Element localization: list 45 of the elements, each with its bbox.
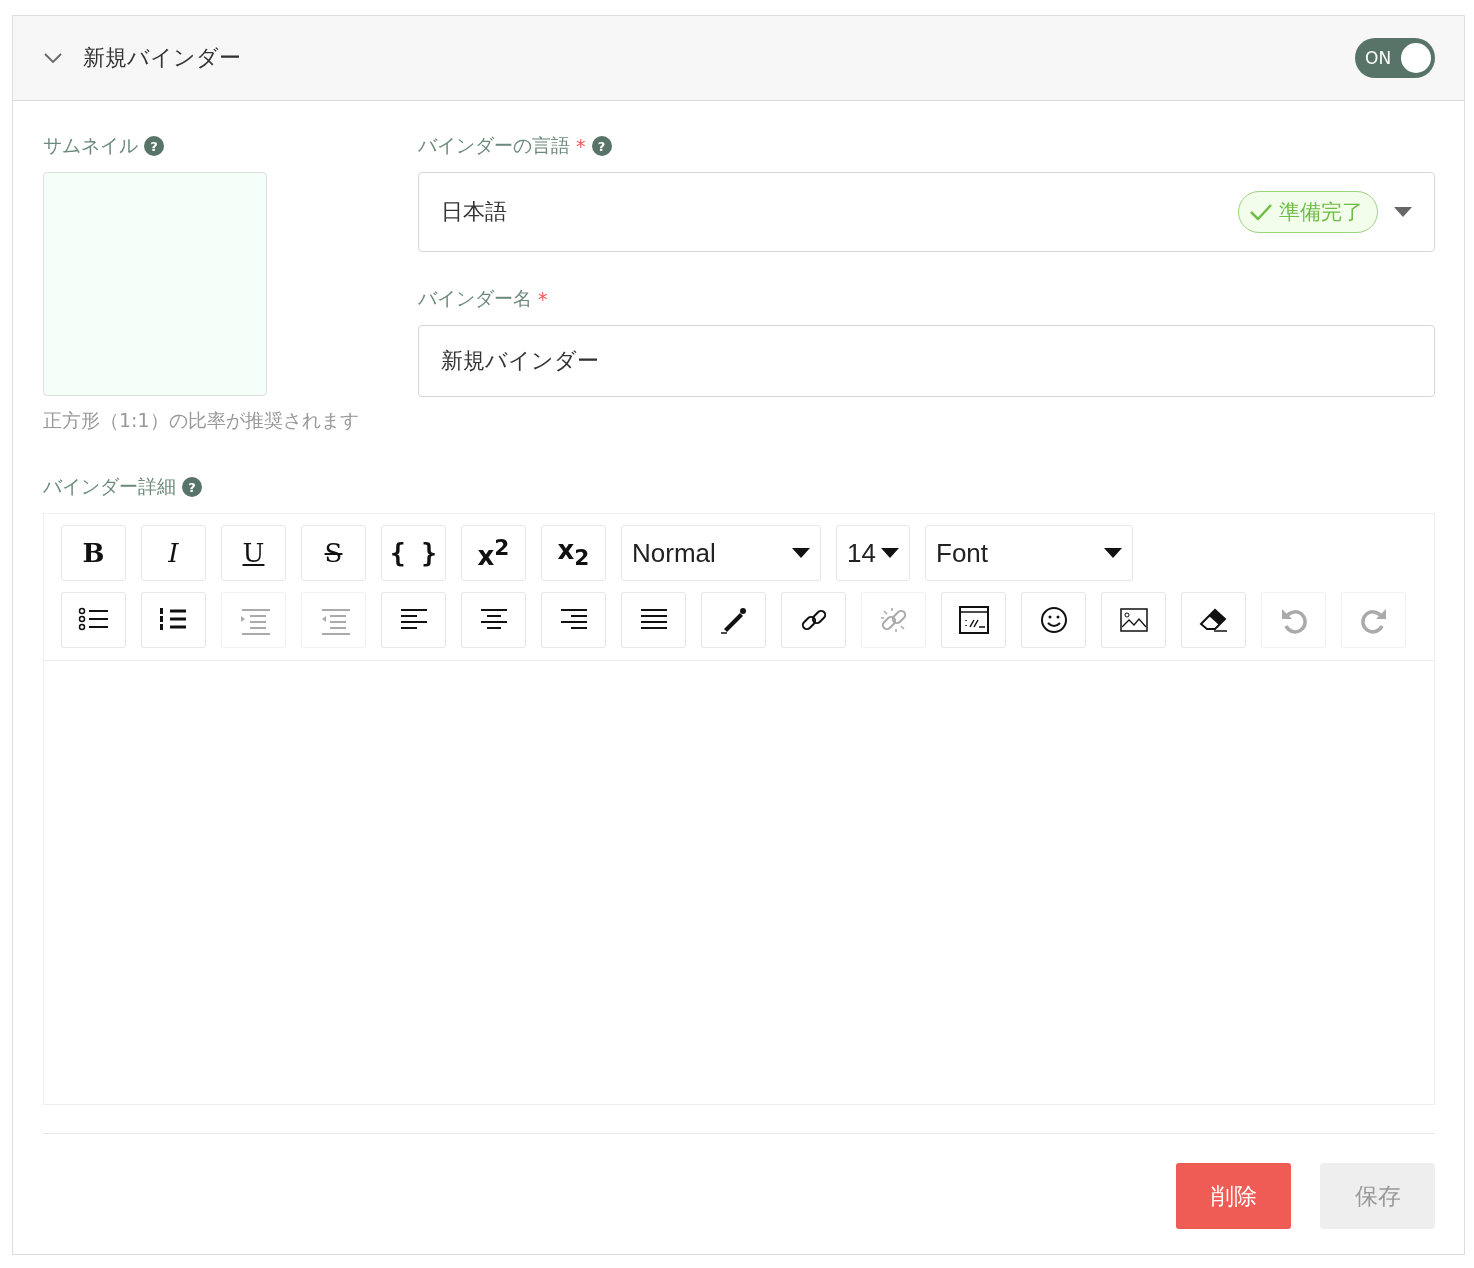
thumbnail-upload[interactable]: [43, 172, 267, 396]
terminal-icon: [957, 605, 990, 635]
field-label: バインダーの言語: [418, 133, 570, 158]
field-label: バインダー名: [418, 286, 532, 311]
caret-icon: [1394, 207, 1412, 217]
help-icon[interactable]: ?: [144, 136, 164, 156]
format-button[interactable]: U: [221, 525, 286, 581]
name-input[interactable]: 新規バインダー: [418, 325, 1435, 397]
toggle-switch[interactable]: ON: [1355, 38, 1435, 78]
field-label: サムネイル: [43, 133, 138, 158]
toolbar-button[interactable]: [381, 592, 446, 648]
format-button[interactable]: I: [141, 525, 206, 581]
help-icon[interactable]: ?: [591, 136, 612, 156]
format-button[interactable]: B: [61, 525, 126, 581]
format-button[interactable]: { }: [381, 525, 446, 581]
format-button[interactable]: x$^{2}$: [461, 525, 526, 581]
caret-icon: [792, 548, 810, 558]
chevron-icon[interactable]: [43, 52, 63, 64]
hint-text: 正方形（1:1）の比率が推奨されます: [43, 408, 360, 433]
toolbar-button[interactable]: [141, 592, 206, 648]
toolbar-button[interactable]: [701, 592, 766, 648]
caret-icon: [881, 548, 899, 558]
required-mark: *: [576, 135, 586, 157]
toolbar-button[interactable]: [1181, 592, 1246, 648]
caret-icon: [1104, 548, 1122, 558]
format-button[interactable]: S: [301, 525, 366, 581]
dropdown[interactable]: Normal: [621, 525, 821, 581]
toolbar-button[interactable]: [941, 592, 1006, 648]
toolbar-button[interactable]: [541, 592, 606, 648]
toolbar-button[interactable]: [1101, 592, 1166, 648]
toolbar-button[interactable]: [461, 592, 526, 648]
field-label: バインダー詳細: [43, 474, 176, 499]
toolbar-button[interactable]: [621, 592, 686, 648]
format-button[interactable]: x$_{2}$: [541, 525, 606, 581]
dropdown[interactable]: 14: [836, 525, 910, 581]
language-select[interactable]: 日本語 準備完了: [418, 172, 1435, 252]
required-mark: *: [538, 288, 548, 310]
dropdown[interactable]: Font: [925, 525, 1133, 581]
panel-title: 新規バインダー: [83, 44, 242, 72]
status-badge: 準備完了: [1238, 191, 1378, 233]
image-icon: [1117, 605, 1150, 635]
help-icon[interactable]: ?: [182, 477, 202, 497]
toolbar-button[interactable]: [1021, 592, 1086, 648]
toolbar-button[interactable]: [61, 592, 126, 648]
toolbar-button[interactable]: [781, 592, 846, 648]
